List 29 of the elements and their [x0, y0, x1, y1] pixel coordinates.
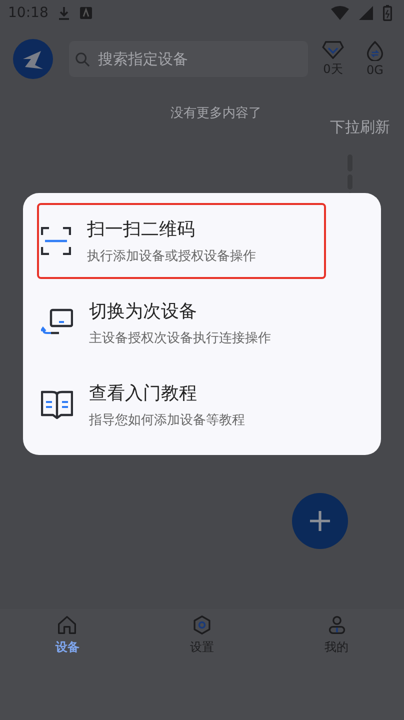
search-icon	[75, 52, 90, 66]
pull-to-refresh-text: 下拉刷新	[330, 118, 390, 137]
battery-icon	[383, 5, 392, 21]
signal-icon	[359, 6, 373, 20]
plus-icon	[308, 509, 332, 533]
menu-item[interactable]: 切换为次设备 主设备授权次设备执行连接操作	[37, 285, 326, 361]
person-icon	[326, 615, 347, 635]
menu-item-description: 执行添加设备或授权设备操作	[87, 248, 256, 265]
menu-item-title: 切换为次设备	[89, 300, 198, 323]
menu-item-title: 查看入门教程	[89, 382, 198, 405]
open-book-icon	[41, 390, 73, 420]
no-more-content-text: 没有更多内容了	[170, 105, 262, 122]
download-icon	[58, 6, 70, 20]
scan-icon	[41, 227, 71, 255]
wifi-icon	[331, 6, 349, 20]
menu-item-description: 指导您如何添加设备等教程	[89, 412, 245, 429]
home-icon	[57, 615, 78, 635]
menu-item-description: 主设备授权次设备执行连接操作	[89, 330, 271, 347]
menu-item[interactable]: 查看入门教程 指导您如何添加设备等教程	[37, 367, 326, 443]
search-bar[interactable]: 搜索指定设备	[69, 41, 308, 77]
menu-item-title: 扫一扫二维码	[87, 218, 196, 241]
menu-item[interactable]: 扫一扫二维码 执行添加设备或授权设备操作	[37, 203, 326, 279]
app-notification-icon	[80, 7, 92, 19]
app-logo-icon	[13, 39, 53, 79]
search-input[interactable]: 搜索指定设备	[96, 49, 302, 69]
drop-exchange-icon[interactable]	[366, 41, 384, 61]
nav-tab[interactable]: 设备	[0, 615, 135, 720]
settings-icon	[192, 615, 212, 635]
diamond-icon[interactable]	[322, 40, 344, 58]
